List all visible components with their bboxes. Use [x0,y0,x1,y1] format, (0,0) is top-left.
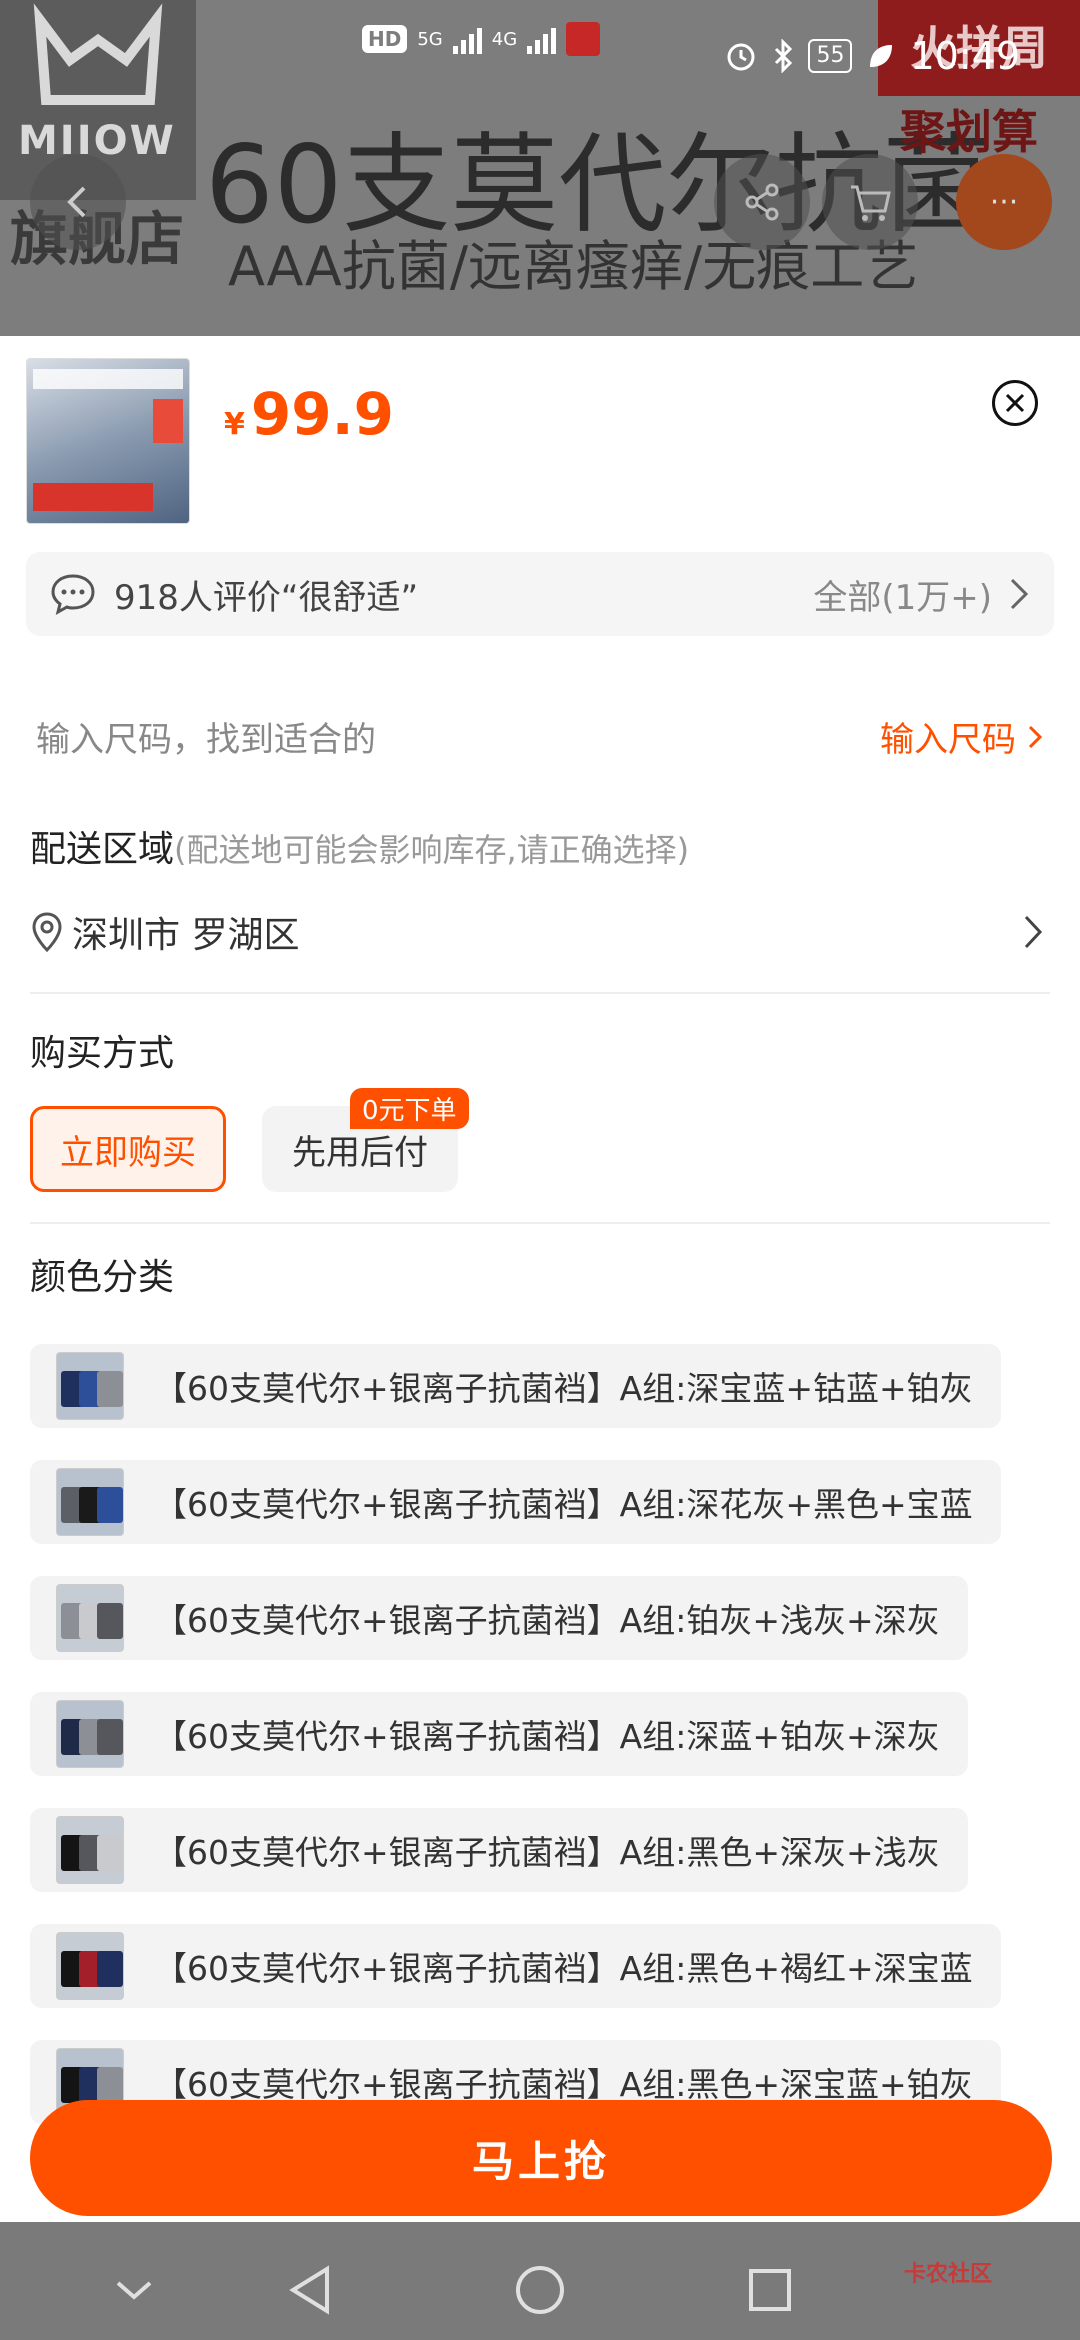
color-option-label: 【60支莫代尔+银离子抗菌裆】A组:铂灰+浅灰+深灰 [154,1601,940,1640]
color-option-label: 【60支莫代尔+银离子抗菌裆】A组:黑色+深灰+浅灰 [154,1833,940,1872]
nav-back-button[interactable] [280,2260,340,2320]
divider [30,992,1050,994]
signal-icon-2 [527,24,557,54]
color-thumbnail [56,1468,124,1536]
color-option[interactable]: 【60支莫代尔+银离子抗菌裆】A组:铂灰+浅灰+深灰 [30,1576,968,1660]
banner-subline: AAA抗菌/远离瘙痒/无痕工艺 [228,235,919,298]
enter-size-link[interactable]: 输入尺码 [880,712,1044,761]
shipping-title: 配送区域 [30,829,175,870]
location-pin-icon [32,912,62,953]
status-bar: HD 5G 4G 55 10:49 [0,0,1080,80]
back-arrow-icon [67,186,86,218]
enter-size-label: 输入尺码 [880,720,1016,760]
nav-home-button[interactable] [510,2260,570,2320]
share-button[interactable] [714,154,810,250]
more-dots: ··· [989,184,1019,220]
hd-icon: HD [362,25,408,53]
color-option[interactable]: 【60支莫代尔+银离子抗菌裆】A组:深花灰+黑色+宝蓝 [30,1460,1001,1544]
color-option[interactable]: 【60支莫代尔+银离子抗菌裆】A组:深宝蓝+钴蓝+铂灰 [30,1344,1001,1428]
net-label-5g: 5G [417,28,443,50]
chevron-right-icon [1028,725,1043,748]
back-button[interactable] [30,154,126,250]
clock: 10:49 [910,34,1020,78]
color-thumbnail [56,1584,124,1652]
color-option-label: 【60支莫代尔+银离子抗菌裆】A组:深蓝+铂灰+深灰 [154,1717,940,1756]
nav-recents-button[interactable] [740,2260,800,2320]
signal-icon [452,24,482,54]
buy-now-option[interactable]: 立即购买 [30,1106,226,1192]
color-section-title: 颜色分类 [30,1257,175,1298]
triangle-back-icon [289,2265,329,2315]
color-option-label: 【60支莫代尔+银离子抗菌裆】A组:黑色+褐红+深宝蓝 [154,1949,973,1988]
watermark-label: 卡农社区 [904,2262,993,2287]
shipping-note: (配送地可能会影响库存,请正确选择) [174,831,690,869]
zero-down-badge: 0元下单 [350,1088,469,1129]
color-thumbnail [56,1352,124,1420]
battery-indicator: 55 [808,39,853,73]
more-button[interactable]: ··· [956,154,1052,250]
divider [30,1222,1050,1224]
shipping-address: 深圳市 罗湖区 [72,915,300,956]
color-option[interactable]: 【60支莫代尔+银离子抗菌裆】A组:深蓝+铂灰+深灰 [30,1692,968,1776]
review-text: 918人评价“很舒适” [114,577,419,618]
close-button[interactable] [992,380,1038,426]
shipping-address-row[interactable]: 深圳市 罗湖区 [30,906,1044,958]
chevron-right-icon [1024,915,1043,949]
price-value: 99.9 [250,380,394,448]
share-icon [745,183,779,221]
currency-symbol: ¥ [224,407,245,442]
chevron-right-icon [1010,578,1029,610]
purchase-method-title: 购买方式 [30,1033,175,1074]
buy-now-cta-button[interactable]: 马上抢 [30,2100,1052,2216]
bluetooth-icon [775,39,793,73]
square-recents-icon [749,2269,791,2311]
close-icon [1005,393,1025,413]
price: ¥ 99.9 [224,380,394,448]
net-label-4g: 4G [491,28,518,50]
app-notification-icon [566,22,601,56]
status-right: 55 10:49 [724,34,1020,78]
chat-bubble-icon [51,574,95,615]
cart-icon [851,185,891,221]
chevron-down-icon [116,2281,152,2300]
alarm-icon [727,43,755,71]
cart-button[interactable] [822,154,918,250]
color-thumbnail [56,1700,124,1768]
juhuasuan-label: 聚划算 [900,105,1038,159]
color-option[interactable]: 【60支莫代尔+银离子抗菌裆】A组:黑色+深灰+浅灰 [30,1808,968,1892]
size-finder-row[interactable]: 输入尺码，找到适合的 输入尺码 [36,712,1044,761]
color-option[interactable]: 【60支莫代尔+银离子抗菌裆】A组:黑色+褐红+深宝蓝 [30,1924,1001,2008]
size-hint: 输入尺码，找到适合的 [36,720,376,760]
color-thumbnail [56,1816,124,1884]
leaf-icon [870,45,893,67]
nav-collapse-button[interactable] [104,2260,164,2320]
review-all-link: 全部(1万+) [813,577,992,618]
color-thumbnail [56,1932,124,2000]
color-option-label: 【60支莫代尔+银离子抗菌裆】A组:黑色+深宝蓝+铂灰 [154,2065,973,2104]
status-left: HD 5G 4G [362,22,601,56]
color-option-label: 【60支莫代尔+银离子抗菌裆】A组:深宝蓝+钴蓝+铂灰 [154,1369,973,1408]
home-circle-icon [516,2266,564,2314]
shipping-section-title: 配送区域(配送地可能会影响库存,请正确选择) [30,820,689,872]
product-thumbnail[interactable] [26,358,190,524]
sku-selection-sheet: ¥ 99.9 918人评价“很舒适” 全部(1万+) 输入尺码，找到适合的 输入… [0,336,1080,2222]
color-option-label: 【60支莫代尔+银离子抗菌裆】A组:深花灰+黑色+宝蓝 [154,1485,973,1524]
review-summary[interactable]: 918人评价“很舒适” 全部(1万+) [26,552,1054,636]
